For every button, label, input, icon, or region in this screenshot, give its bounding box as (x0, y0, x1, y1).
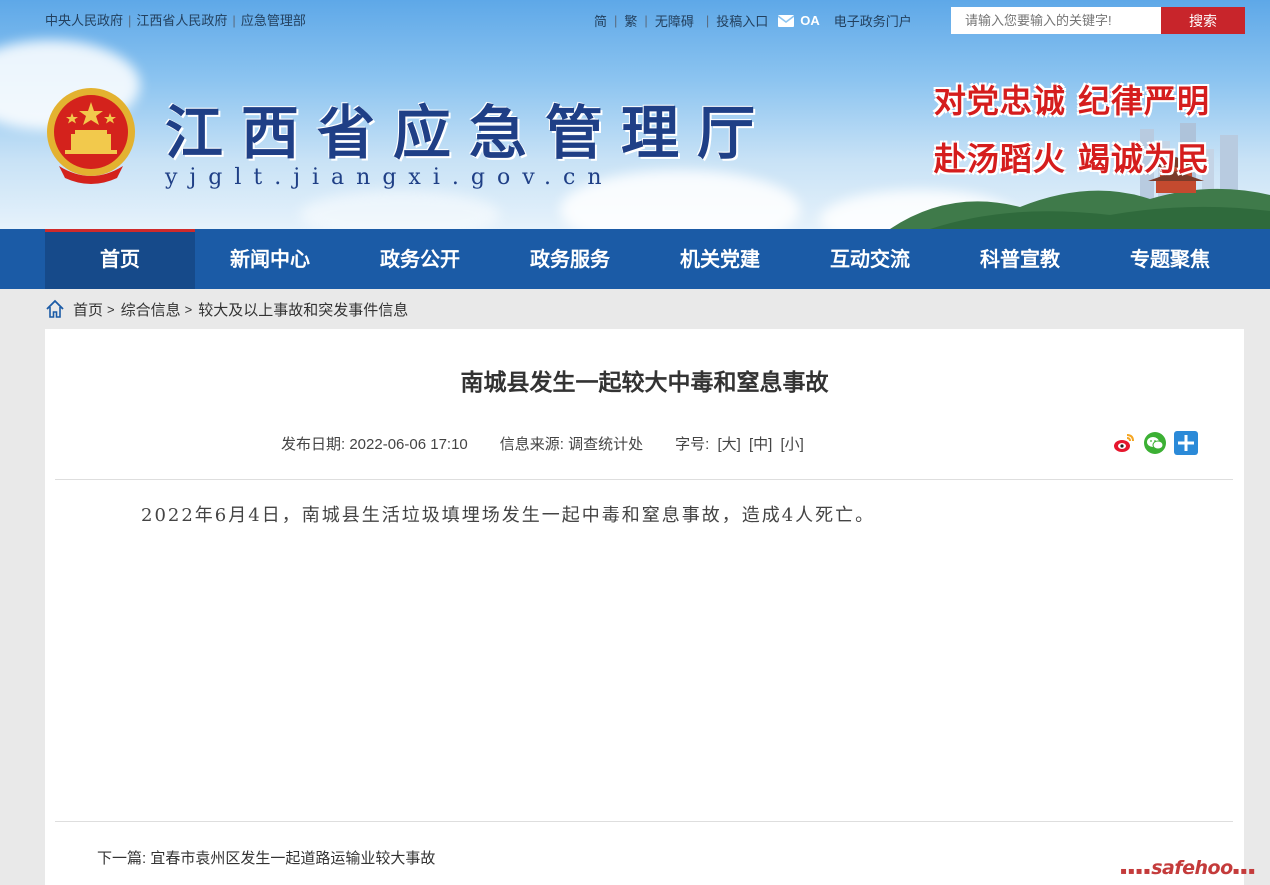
link-central-gov[interactable]: 中央人民政府 (45, 13, 123, 28)
meta-divider (55, 479, 1233, 480)
font-size-label: 字号: (675, 436, 710, 453)
article-body: 2022年6月4日，南城县生活垃圾填埋场发生一起中毒和窒息事故，造成4人死亡。 (141, 505, 876, 526)
national-emblem-icon (47, 88, 135, 184)
publish-date: 发布日期: 2022-06-06 17:10 (281, 433, 468, 454)
nav-item-home[interactable]: 首页 (45, 229, 195, 289)
wechat-icon[interactable] (1143, 431, 1167, 455)
slogan-line-2: 赴汤蹈火 竭诚为民 (933, 140, 1210, 178)
watermark-logo: ▪▪▪▪safehoo▪▪▪ (1120, 857, 1256, 879)
article-meta: 发布日期: 2022-06-06 17:10 信息来源: 调查统计处 字号: [… (281, 433, 836, 454)
font-size-small-button[interactable]: [小] (781, 436, 804, 453)
breadcrumb-level1[interactable]: 综合信息 (121, 299, 181, 320)
header-toolbar: 简 | 繁 | 无障碍 | 投稿入口 OA 电子政务门户 (594, 11, 912, 30)
nav-item-topics[interactable]: 专题聚焦 (1095, 229, 1245, 289)
publish-date-label: 发布日期: (281, 436, 346, 453)
nav-item-gov-services[interactable]: 政务服务 (495, 229, 645, 289)
next-article-label: 下一篇: (97, 850, 147, 867)
next-article-link[interactable]: 宜春市袁州区发生一起道路运输业较大事故 (150, 850, 435, 867)
nav-item-gov-affairs[interactable]: 政务公开 (345, 229, 495, 289)
breadcrumb-separator: > (184, 301, 193, 317)
nav-item-party-building[interactable]: 机关党建 (645, 229, 795, 289)
main-nav: 首页 新闻中心 政务公开 政务服务 机关党建 互动交流 科普宣教 专题聚焦 (0, 229, 1270, 289)
font-size-medium-button[interactable]: [中] (749, 436, 772, 453)
weibo-icon[interactable] (1112, 431, 1136, 455)
header-banner: 中央人民政府 | 江西省人民政府 | 应急管理部 简 | 繁 | 无障碍 | 投稿入口 … (0, 0, 1270, 229)
breadcrumb-level2[interactable]: 较大及以上事故和突发事件信息 (198, 299, 408, 320)
traditional-chinese-link[interactable]: 繁 (624, 11, 637, 30)
search-button[interactable]: 搜索 (1161, 7, 1245, 34)
accessibility-link[interactable]: 无障碍 (655, 11, 694, 30)
top-links: 中央人民政府 | 江西省人民政府 | 应急管理部 (45, 13, 306, 28)
article-panel: 南城县发生一起较大中毒和窒息事故 发布日期: 2022-06-06 17:10 … (45, 329, 1244, 885)
site-title: 江西省应急管理厅 (165, 99, 774, 167)
nav-item-education[interactable]: 科普宣教 (945, 229, 1095, 289)
link-mem[interactable]: 应急管理部 (241, 13, 306, 28)
more-share-icon[interactable] (1174, 431, 1198, 455)
egov-portal-link[interactable]: 电子政务门户 (834, 11, 912, 30)
breadcrumb-separator: > (107, 301, 115, 317)
info-source-value: 调查统计处 (568, 436, 644, 453)
oa-link[interactable]: OA (800, 13, 820, 28)
font-size-controls: 字号: [大] [中] [小] (675, 433, 804, 454)
link-jiangxi-gov[interactable]: 江西省人民政府 (136, 13, 227, 28)
font-size-large-button[interactable]: [大] (717, 436, 740, 453)
mail-icon (778, 14, 795, 27)
site-domain: yjglt.jiangxi.gov.cn (165, 165, 614, 190)
info-source: 信息来源: 调查统计处 (500, 433, 643, 454)
search-bar: 搜索 (951, 7, 1245, 34)
article-title: 南城县发生一起较大中毒和窒息事故 (460, 370, 829, 396)
breadcrumb-home[interactable]: 首页 (73, 299, 103, 320)
publish-date-value: 2022-06-06 17:10 (349, 436, 468, 453)
search-input[interactable] (951, 7, 1161, 34)
next-article: 下一篇: 宜春市袁州区发生一起道路运输业较大事故 (97, 847, 435, 868)
breadcrumb: 首页 > 综合信息 > 较大及以上事故和突发事件信息 (45, 297, 408, 321)
home-icon (46, 299, 64, 318)
slogan-line-1: 对党忠诚 纪律严明 (933, 82, 1210, 120)
info-source-label: 信息来源: (499, 436, 564, 453)
nav-item-interaction[interactable]: 互动交流 (795, 229, 945, 289)
nav-item-news[interactable]: 新闻中心 (195, 229, 345, 289)
simplified-chinese-link[interactable]: 简 (594, 11, 607, 30)
share-buttons (1112, 431, 1198, 455)
submit-link[interactable]: 投稿入口 (716, 11, 768, 30)
footer-divider (55, 821, 1233, 822)
